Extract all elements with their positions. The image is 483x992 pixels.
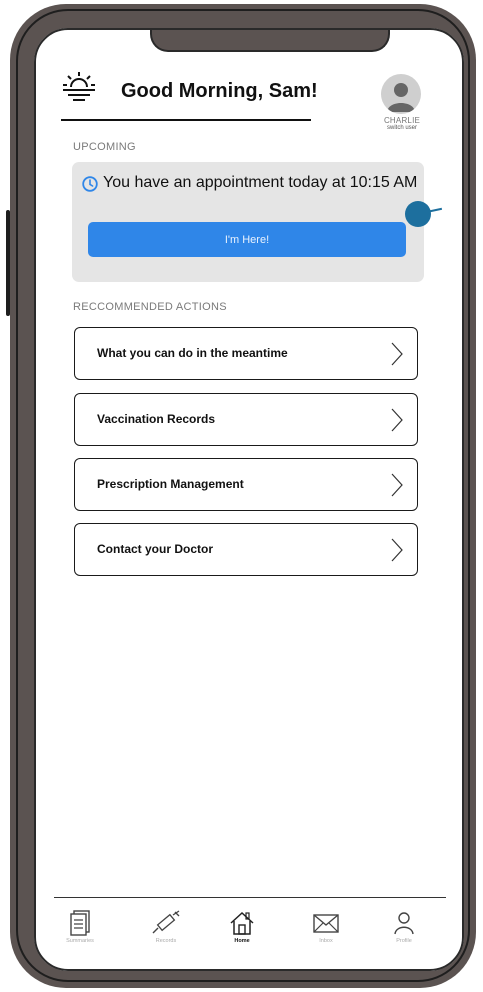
active-user-name: CHARLIE — [383, 116, 421, 125]
nav-label: Home — [234, 938, 250, 944]
switch-user-link[interactable]: switch user — [368, 125, 436, 131]
nav-divider — [54, 897, 446, 898]
nav-records[interactable]: Records — [134, 910, 198, 960]
action-contact-doctor[interactable]: Contact your Doctor — [74, 523, 418, 576]
annotation-hotspot — [405, 201, 431, 227]
im-here-button[interactable]: I'm Here! — [88, 222, 406, 257]
nav-label: Records — [155, 938, 177, 944]
greeting-underline — [61, 119, 311, 121]
app-screen: Good Morning, Sam! CHARLIE switch user U… — [34, 28, 464, 971]
avatar[interactable] — [381, 74, 421, 114]
nav-label: Profile — [396, 938, 412, 944]
upcoming-appointment-card: You have an appointment today at 10:15 A… — [72, 162, 424, 282]
action-meantime[interactable]: What you can do in the meantime — [74, 327, 418, 380]
chevron-right-icon — [391, 342, 403, 366]
appointment-text: You have an appointment today at 10:15 A… — [103, 174, 418, 191]
action-prescription-management[interactable]: Prescription Management — [74, 458, 418, 511]
action-label: Contact your Doctor — [97, 542, 214, 556]
user-icon — [394, 912, 414, 935]
recommended-section-label: RECCOMMENDED ACTIONS — [73, 301, 227, 313]
sunrise-icon — [63, 72, 95, 101]
chevron-right-icon — [391, 538, 403, 562]
user-silhouette-icon — [387, 83, 415, 112]
action-label: Vaccination Records — [97, 412, 216, 426]
nav-label: Summaries — [66, 938, 94, 944]
nav-profile[interactable]: Profile — [372, 910, 436, 960]
action-label: Prescription Management — [97, 477, 244, 491]
chevron-right-icon — [391, 473, 403, 497]
document-icon — [70, 910, 90, 936]
nav-label: Inbox — [319, 938, 333, 944]
clock-icon — [82, 176, 98, 192]
greeting-title: Good Morning, Sam! — [121, 80, 318, 102]
action-label: What you can do in the meantime — [97, 346, 288, 360]
syringe-icon — [152, 910, 180, 934]
home-icon — [230, 911, 254, 935]
upcoming-section-label: UPCOMING — [73, 141, 136, 153]
action-vaccination-records[interactable]: Vaccination Records — [74, 393, 418, 446]
phone-notch — [150, 28, 390, 52]
chevron-right-icon — [391, 408, 403, 432]
nav-inbox[interactable]: Inbox — [294, 910, 358, 960]
nav-summaries[interactable]: Summaries — [48, 910, 112, 960]
envelope-icon — [313, 914, 339, 933]
nav-home[interactable]: Home — [210, 910, 274, 960]
